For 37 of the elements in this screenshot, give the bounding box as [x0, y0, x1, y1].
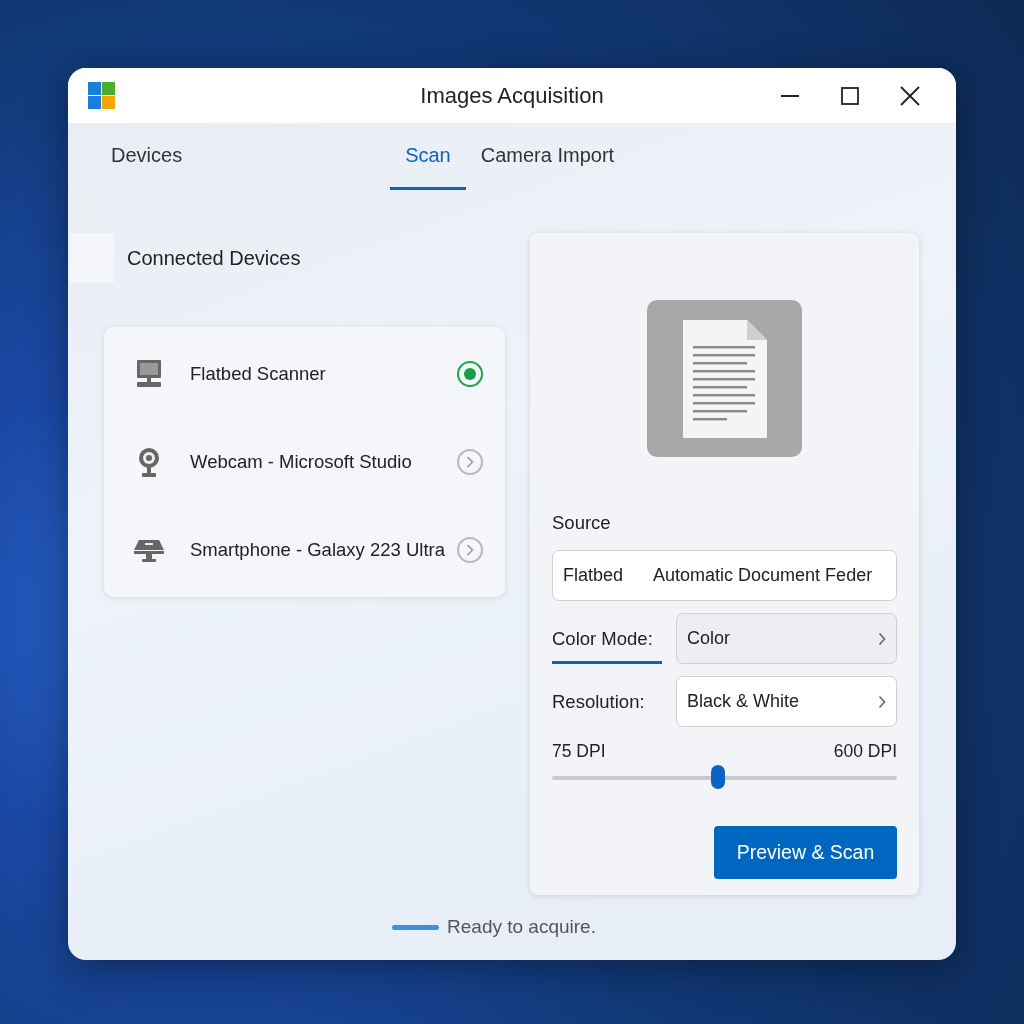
slider-thumb[interactable]: [710, 765, 725, 789]
minimize-icon: [781, 94, 799, 97]
tab[interactable]: Devices: [111, 123, 183, 190]
progress-indicator: [392, 924, 440, 930]
slider-max-label: 600 DPI: [833, 741, 897, 762]
chevron-button[interactable]: [457, 449, 483, 475]
tab[interactable]: Camera Import: [465, 123, 630, 190]
chevron-right-icon: [878, 631, 886, 646]
status-text: Ready to acquire.: [447, 916, 596, 938]
device-name[interactable]: Smartphone - Galaxy 223 Ultra: [190, 539, 457, 561]
preview-scan-button[interactable]: Preview & Scan: [714, 826, 897, 879]
chevron-right-icon: [466, 456, 474, 468]
field-label: Source: [552, 512, 612, 534]
setting-label: Color Mode:: [552, 627, 653, 650]
source-option[interactable]: Automatic Document Feder: [653, 565, 873, 586]
radio-button[interactable]: [457, 361, 483, 387]
chevron-right-icon: [466, 544, 474, 556]
dropdown[interactable]: Black & White: [676, 676, 897, 727]
webcam-icon: [136, 446, 162, 478]
source-selector[interactable]: Flatbed Automatic Document Feder: [552, 550, 897, 601]
scanner-icon: [133, 538, 165, 562]
setting-label: Resolution:: [552, 690, 645, 713]
maximize-icon: [841, 86, 859, 105]
device-name[interactable]: Flatbed Scanner: [190, 363, 457, 385]
device-name[interactable]: Webcam - Microsoft Studio: [190, 451, 457, 473]
computer-icon: [135, 359, 163, 389]
tab[interactable]: Scan: [390, 123, 466, 190]
source-option[interactable]: Flatbed: [563, 565, 624, 586]
chevron-right-icon: [878, 694, 886, 709]
section-heading: Connected Devices: [127, 246, 301, 270]
app-logo-icon: [88, 82, 115, 109]
chevron-button[interactable]: [457, 537, 483, 563]
close-icon: [900, 85, 920, 106]
dropdown[interactable]: Color: [676, 613, 897, 664]
slider-min-label: 75 DPI: [552, 741, 606, 762]
document-icon: [682, 319, 767, 438]
window-title: Images Acquisition: [420, 82, 604, 108]
